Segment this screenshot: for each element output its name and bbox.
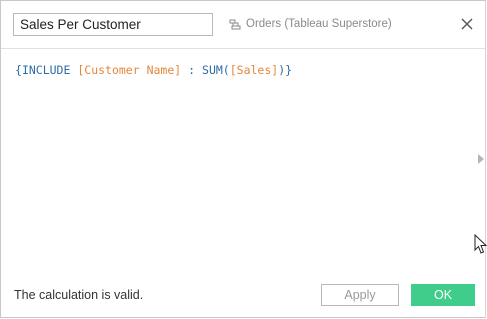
calculation-editor-dialog: Orders (Tableau Superstore) {INCLUDE [Cu…	[0, 0, 487, 318]
code-colon: :	[188, 63, 196, 77]
close-icon[interactable]	[459, 16, 475, 32]
ok-button[interactable]: OK	[411, 284, 475, 306]
apply-button[interactable]: Apply	[321, 284, 399, 306]
code-field-customer-name: [Customer Name]	[77, 63, 182, 77]
dialog-header: Orders (Tableau Superstore)	[1, 1, 485, 49]
datasource-label: Orders (Tableau Superstore)	[246, 18, 392, 30]
code-open-brace: {	[15, 63, 22, 77]
validation-status: The calculation is valid.	[14, 288, 144, 302]
datasource-icon	[229, 19, 241, 30]
code-close: )}	[278, 63, 293, 77]
code-function-sum: SUM(	[202, 63, 230, 77]
mouse-pointer-icon	[474, 234, 487, 254]
code-field-sales: [Sales]	[229, 63, 279, 77]
calculation-name-input[interactable]	[13, 13, 213, 36]
formula-editor[interactable]: {INCLUDE [Customer Name] : SUM([Sales])}	[1, 49, 471, 269]
code-keyword-include: INCLUDE	[21, 63, 71, 77]
datasource-indicator: Orders (Tableau Superstore)	[228, 14, 392, 34]
chevron-right-icon[interactable]	[477, 154, 485, 164]
